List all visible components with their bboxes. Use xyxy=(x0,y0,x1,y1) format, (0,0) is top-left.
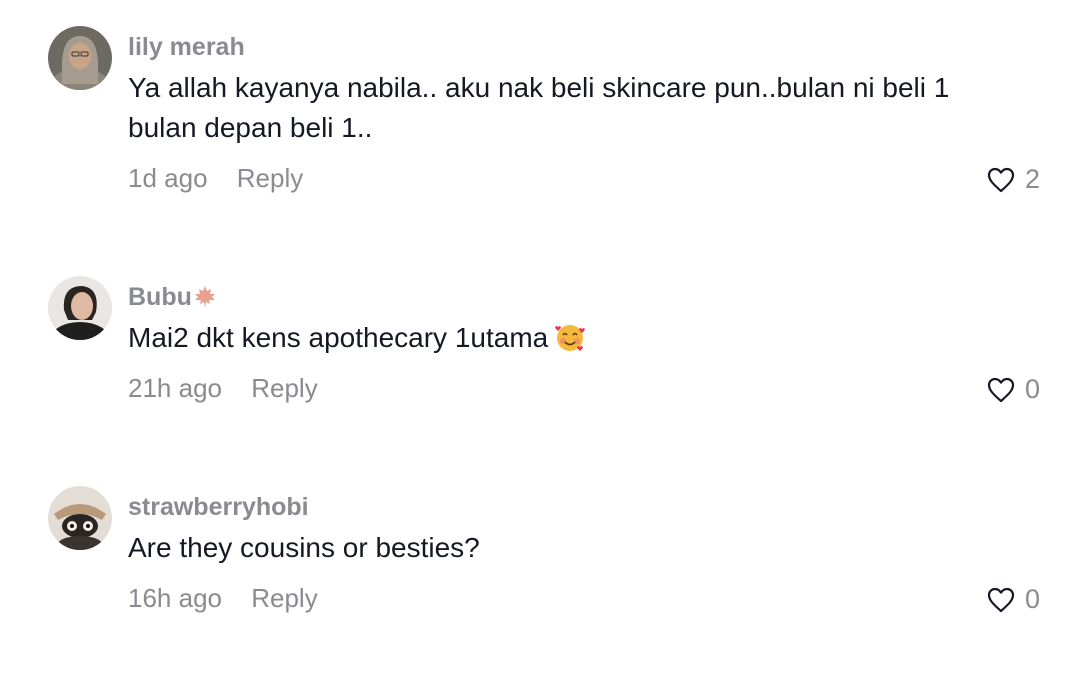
like-count: 0 xyxy=(1024,374,1040,404)
user-avatar-image xyxy=(48,276,112,340)
reply-button[interactable]: Reply xyxy=(251,373,317,403)
smiling-face-with-hearts-emoji xyxy=(555,325,586,351)
comment-text-content: Mai2 dkt kens apothecary 1utama xyxy=(128,322,549,353)
comment-meta: 21h ago Reply xyxy=(128,372,318,404)
heart-outline-icon xyxy=(987,587,1015,612)
like-button[interactable]: 0 xyxy=(987,374,1040,405)
comment-item: lily merah Ya allah kayanya nabila.. aku… xyxy=(0,0,1088,230)
username-text: Bubu xyxy=(128,283,192,311)
like-button[interactable]: 2 xyxy=(987,164,1040,195)
heart-outline-icon xyxy=(987,377,1015,402)
comment-timestamp: 1d ago xyxy=(128,163,208,193)
reply-button[interactable]: Reply xyxy=(251,583,317,613)
like-button[interactable]: 0 xyxy=(987,584,1040,615)
heart-outline-icon xyxy=(987,167,1015,192)
maple-leaf-emoji xyxy=(194,286,215,308)
comment-timestamp: 21h ago xyxy=(128,373,222,403)
comment-text: Ya allah kayanya nabila.. aku nak beli s… xyxy=(128,72,950,143)
comment-username[interactable]: strawberryhobi xyxy=(128,492,309,522)
like-count: 0 xyxy=(1024,584,1040,614)
comment-username[interactable]: lily merah xyxy=(128,32,245,62)
comment-timestamp: 16h ago xyxy=(128,583,222,613)
comment-text: Are they cousins or besties? xyxy=(128,532,480,563)
comment-meta: 1d ago Reply xyxy=(128,162,303,194)
like-count: 2 xyxy=(1024,164,1040,194)
reply-button[interactable]: Reply xyxy=(237,163,303,193)
avatar[interactable] xyxy=(48,486,112,550)
avatar[interactable] xyxy=(48,26,112,90)
avatar[interactable] xyxy=(48,276,112,340)
user-avatar-image xyxy=(48,26,112,90)
user-avatar-image xyxy=(48,486,112,550)
comment-meta: 16h ago Reply xyxy=(128,582,318,614)
comment-text: Mai2 dkt kens apothecary 1utama xyxy=(128,318,958,358)
comment-username[interactable]: Bubu xyxy=(128,282,217,312)
